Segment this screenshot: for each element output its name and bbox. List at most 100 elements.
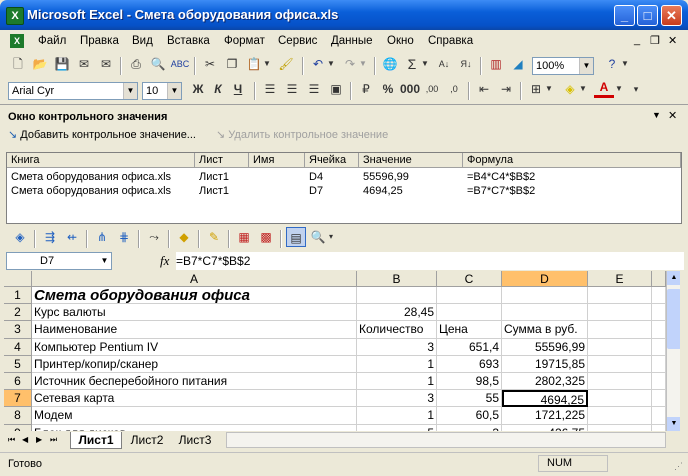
cell-e5[interactable] (588, 355, 652, 373)
fill-color-dropdown-icon[interactable]: ▼ (578, 79, 588, 99)
bold-icon[interactable]: Ж (188, 79, 208, 99)
cell-a6[interactable]: Источник бесперебойного питания (32, 373, 357, 391)
row-header[interactable]: 8 (4, 407, 32, 425)
cell-d2[interactable] (502, 304, 588, 322)
underline-icon[interactable]: Ч (228, 79, 248, 99)
column-header-b[interactable]: B (357, 271, 437, 287)
cell-e7[interactable] (588, 390, 652, 408)
show-watch-window-icon[interactable]: ▤ (286, 227, 306, 247)
autosum-dropdown-icon[interactable]: ▼ (420, 54, 430, 74)
error-checking-icon[interactable]: ◈ (10, 227, 30, 247)
new-icon[interactable]: 🗋 (8, 54, 28, 74)
font-size-select[interactable]: 10 ▼ (142, 82, 182, 100)
cell-c3[interactable]: Цена (437, 321, 502, 339)
menu-window[interactable]: Окно (387, 35, 414, 47)
undo-icon[interactable]: ↶ (308, 54, 328, 74)
watch-col-formula[interactable]: Формула (463, 153, 681, 168)
doc-close-icon[interactable]: ✕ (668, 34, 677, 47)
cell-a7[interactable]: Сетевая карта (32, 390, 357, 408)
add-watch-button[interactable]: ↘ Добавить контрольное значение... (8, 128, 196, 141)
cell-c7[interactable]: 55 (437, 390, 502, 408)
watch-col-cell[interactable]: Ячейка (305, 153, 359, 168)
cell-e8[interactable] (588, 407, 652, 425)
align-center-icon[interactable]: ☰ (282, 79, 302, 99)
row-header[interactable]: 4 (4, 338, 32, 356)
row-header[interactable]: 2 (4, 304, 32, 322)
column-header-d[interactable]: D (502, 271, 588, 287)
drawing-icon[interactable]: ◢ (508, 54, 528, 74)
cell-f8[interactable] (652, 407, 666, 425)
cell-b9[interactable]: 5 (357, 424, 437, 431)
cell-b8[interactable]: 1 (357, 407, 437, 425)
redo-dropdown-icon[interactable]: ▼ (358, 54, 368, 74)
chart-wizard-icon[interactable]: ▥ (486, 54, 506, 74)
cell-f4[interactable] (652, 338, 666, 356)
autosum-icon[interactable]: Σ (402, 54, 422, 74)
zoom-select[interactable]: 100% ▼ (532, 57, 594, 75)
borders-dropdown-icon[interactable]: ▼ (544, 79, 554, 99)
new-comment-icon[interactable]: ✎ (204, 227, 224, 247)
sort-descending-icon[interactable]: Я↓ (456, 54, 476, 74)
format-painter-icon[interactable]: 🖌 (276, 54, 296, 74)
trace-error-icon[interactable]: ◆ (174, 227, 194, 247)
cell-b5[interactable]: 1 (357, 355, 437, 373)
remove-watch-button[interactable]: ↘ Удалить контрольное значение (216, 128, 388, 141)
row-header[interactable]: 6 (4, 373, 32, 391)
horizontal-scrollbar[interactable] (226, 432, 666, 448)
spelling-icon[interactable]: ABC (170, 54, 190, 74)
cell-d9[interactable]: 426,75 (502, 424, 588, 431)
sheet-tab-2[interactable]: Лист2 (124, 433, 170, 448)
cell-c4[interactable]: 651,4 (437, 338, 502, 356)
cut-icon[interactable]: ✂ (200, 54, 220, 74)
print-icon[interactable]: ⎙ (126, 54, 146, 74)
last-sheet-icon[interactable]: ⏭ (50, 435, 57, 445)
increase-indent-icon[interactable]: ⇥ (496, 79, 516, 99)
menu-edit[interactable]: Правка (80, 35, 119, 47)
menu-file[interactable]: Файл (38, 35, 66, 47)
watch-col-value[interactable]: Значение (359, 153, 463, 168)
auditing-options-icon[interactable]: ▾ (326, 227, 336, 247)
cell-a2[interactable]: Курс валюты (32, 304, 357, 322)
cell-d3[interactable]: Сумма в руб. (502, 321, 588, 339)
cell-f3[interactable] (652, 321, 666, 339)
maximize-button[interactable]: □ (637, 5, 658, 26)
font-dropdown-icon[interactable]: ▼ (123, 83, 137, 99)
row-header[interactable]: 3 (4, 321, 32, 339)
italic-icon[interactable]: К (208, 79, 228, 99)
cell-c6[interactable]: 98,5 (437, 373, 502, 391)
permission-icon[interactable]: ✉ (74, 54, 94, 74)
evaluate-formula-icon[interactable]: 🔍 (308, 227, 328, 247)
spreadsheet-grid[interactable]: A B C D E 1 Смета оборудования офиса 2 Курс… (4, 271, 680, 431)
document-icon[interactable]: X (10, 34, 24, 48)
cell-d6[interactable]: 2802,325 (502, 373, 588, 391)
formula-input[interactable]: =B7*C7*$B$2 (176, 252, 684, 270)
menu-insert[interactable]: Вставка (167, 35, 210, 47)
cell-f9[interactable] (652, 424, 666, 431)
watch-window-menu-icon[interactable]: ▼ (652, 110, 661, 120)
clear-validation-circles-icon[interactable]: ▩ (256, 227, 276, 247)
cell-f6[interactable] (652, 373, 666, 391)
active-cell-d7[interactable]: 4694,25 (502, 390, 588, 408)
paste-icon[interactable]: 📋 (244, 54, 264, 74)
scroll-thumb[interactable] (667, 289, 680, 349)
cell-d5[interactable]: 19715,85 (502, 355, 588, 373)
row-header[interactable]: 5 (4, 355, 32, 373)
cell-f5[interactable] (652, 355, 666, 373)
cell-a3[interactable]: Наименование (32, 321, 357, 339)
redo-icon[interactable]: ↷ (340, 54, 360, 74)
undo-dropdown-icon[interactable]: ▼ (326, 54, 336, 74)
cell-c8[interactable]: 60,5 (437, 407, 502, 425)
first-sheet-icon[interactable]: ⏮ (8, 435, 15, 445)
open-icon[interactable]: 📂 (30, 54, 50, 74)
fill-color-icon[interactable]: ◈ (560, 79, 580, 99)
cell-e9[interactable] (588, 424, 652, 431)
cell-c1[interactable] (437, 287, 502, 305)
cell-e6[interactable] (588, 373, 652, 391)
watch-col-name[interactable]: Имя (249, 153, 305, 168)
column-header-e[interactable]: E (588, 271, 652, 287)
comma-style-icon[interactable]: 000 (400, 79, 420, 99)
email-icon[interactable]: ✉ (96, 54, 116, 74)
watch-col-book[interactable]: Книга (7, 153, 195, 168)
merge-center-icon[interactable]: ▣ (326, 79, 346, 99)
sheet-tab-3[interactable]: Лист3 (172, 433, 218, 448)
